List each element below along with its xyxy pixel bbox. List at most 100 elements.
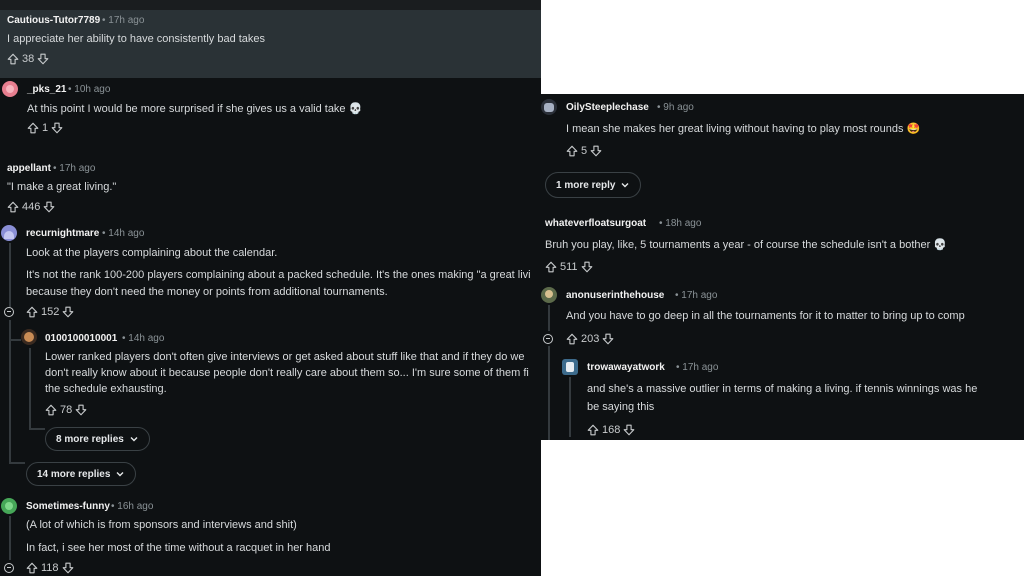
vote-bar: 168 [587, 424, 635, 436]
downvote-icon[interactable] [62, 562, 74, 574]
comment-username[interactable]: trowawayatwork [587, 362, 665, 373]
vote-count: 5 [581, 145, 588, 157]
vote-bar: 118 [26, 562, 74, 574]
comment-text: And you have to go deep in all the tourn… [566, 310, 965, 322]
comment-text: (A lot of which is from sponsors and int… [26, 519, 297, 531]
upvote-icon[interactable] [27, 122, 39, 134]
thread-line [9, 320, 11, 462]
comment-username[interactable]: 0100100010001 [45, 333, 117, 344]
upvote-icon[interactable] [26, 562, 38, 574]
thread-line [29, 428, 45, 430]
downvote-icon[interactable] [62, 306, 74, 318]
top-divider [0, 0, 541, 10]
avatar[interactable] [2, 81, 18, 97]
comment-username[interactable]: Sometimes-funny [26, 501, 110, 512]
downvote-icon[interactable] [581, 261, 593, 273]
upvote-icon[interactable] [566, 333, 578, 345]
thread-line [548, 305, 550, 331]
vote-count: 78 [60, 404, 73, 416]
vote-bar: 5 [566, 145, 602, 157]
downvote-icon[interactable] [43, 201, 55, 213]
comment-text: don't really know about it because peopl… [45, 367, 529, 379]
comment-timestamp: • 9h ago [657, 102, 694, 113]
upvote-icon[interactable] [587, 424, 599, 436]
chevron-down-icon [129, 434, 139, 444]
vote-bar: 38 [7, 53, 49, 65]
comment-text: It's not the rank 100-200 players compla… [26, 269, 531, 281]
comment-timestamp: • 16h ago [111, 501, 154, 512]
vote-count: 118 [41, 562, 59, 574]
collapse-thread-icon[interactable] [543, 334, 553, 344]
comment-text: Bruh you play, like, 5 tournaments a yea… [545, 239, 948, 251]
downvote-icon[interactable] [590, 145, 602, 157]
vote-count: 152 [41, 306, 60, 318]
comment-timestamp: • 14h ago [102, 228, 145, 239]
left-comment-panel: Cautious-Tutor7789 • 17h ago I appreciat… [0, 0, 541, 576]
more-replies-label: 8 more replies [56, 433, 124, 445]
comment-text: In fact, i see her most of the time with… [26, 542, 331, 554]
avatar[interactable] [562, 359, 578, 375]
comment-username[interactable]: Cautious-Tutor7789 [7, 15, 100, 26]
downvote-icon[interactable] [623, 424, 635, 436]
comment-username[interactable]: whateverfloatsurgoat [545, 218, 646, 229]
comment-text: "I make a great living." [7, 181, 117, 193]
avatar[interactable] [541, 287, 557, 303]
upvote-icon[interactable] [45, 404, 57, 416]
downvote-icon[interactable] [51, 122, 63, 134]
comment-text: Lower ranked players don't often give in… [45, 351, 525, 363]
upvote-icon[interactable] [7, 201, 19, 213]
vote-bar: 152 [26, 306, 74, 318]
right-comment-panel: OilySteeplechase • 9h ago I mean she mak… [541, 94, 1024, 440]
collapse-thread-icon[interactable] [4, 563, 14, 573]
comment-timestamp: • 17h ago [676, 362, 719, 373]
upvote-icon[interactable] [26, 306, 38, 318]
comment-username[interactable]: OilySteeplechase [566, 102, 649, 113]
upvote-icon[interactable] [566, 145, 578, 157]
avatar[interactable] [1, 498, 17, 514]
comment-text: be saying this [587, 401, 655, 413]
more-replies-button[interactable]: 8 more replies [45, 427, 150, 451]
comment-timestamp: • 18h ago [659, 218, 702, 229]
thread-line [569, 377, 571, 437]
comment-text: Look at the players complaining about th… [26, 247, 278, 259]
vote-bar: 78 [45, 404, 87, 416]
vote-bar: 446 [7, 201, 55, 213]
comment-username[interactable]: recurnightmare [26, 228, 99, 239]
comment-timestamp: • 17h ago [675, 290, 718, 301]
comment-timestamp: • 10h ago [68, 84, 111, 95]
comment-text: I mean she makes her great living withou… [566, 123, 921, 135]
more-replies-label: 1 more reply [556, 179, 616, 191]
vote-count: 203 [581, 333, 600, 345]
more-replies-button[interactable]: 1 more reply [545, 172, 642, 198]
thread-line [9, 462, 25, 464]
chevron-down-icon [620, 180, 630, 190]
more-replies-button[interactable]: 14 more replies [26, 462, 137, 486]
comment-username[interactable]: anonuserinthehouse [566, 290, 664, 301]
comment-text: because they don't need the money or poi… [26, 286, 388, 298]
avatar[interactable] [541, 99, 557, 115]
upvote-icon[interactable] [7, 53, 19, 65]
thread-line [548, 346, 550, 440]
vote-count: 1 [42, 122, 49, 134]
comment-text: At this point I would be more surprised … [27, 103, 363, 115]
thread-line [9, 243, 11, 307]
vote-bar: 511 [545, 261, 593, 273]
upvote-icon[interactable] [545, 261, 557, 273]
comment-text: and she's a massive outlier in terms of … [587, 383, 978, 395]
comment-username[interactable]: appellant [7, 163, 51, 174]
vote-count: 446 [22, 201, 41, 213]
chevron-down-icon [115, 469, 125, 479]
collapse-thread-icon[interactable] [4, 307, 14, 317]
comment-timestamp: • 17h ago [102, 15, 145, 26]
vote-count: 168 [602, 424, 621, 436]
comment-username[interactable]: _pks_21 [27, 84, 66, 95]
avatar[interactable] [1, 225, 17, 241]
downvote-icon[interactable] [602, 333, 614, 345]
comment-text: the schedule exhausting. [45, 383, 167, 395]
avatar[interactable] [21, 329, 37, 345]
vote-count: 38 [22, 53, 35, 65]
comment-text: I appreciate her ability to have consist… [7, 33, 266, 45]
downvote-icon[interactable] [37, 53, 49, 65]
downvote-icon[interactable] [75, 404, 87, 416]
more-replies-label: 14 more replies [37, 468, 111, 480]
